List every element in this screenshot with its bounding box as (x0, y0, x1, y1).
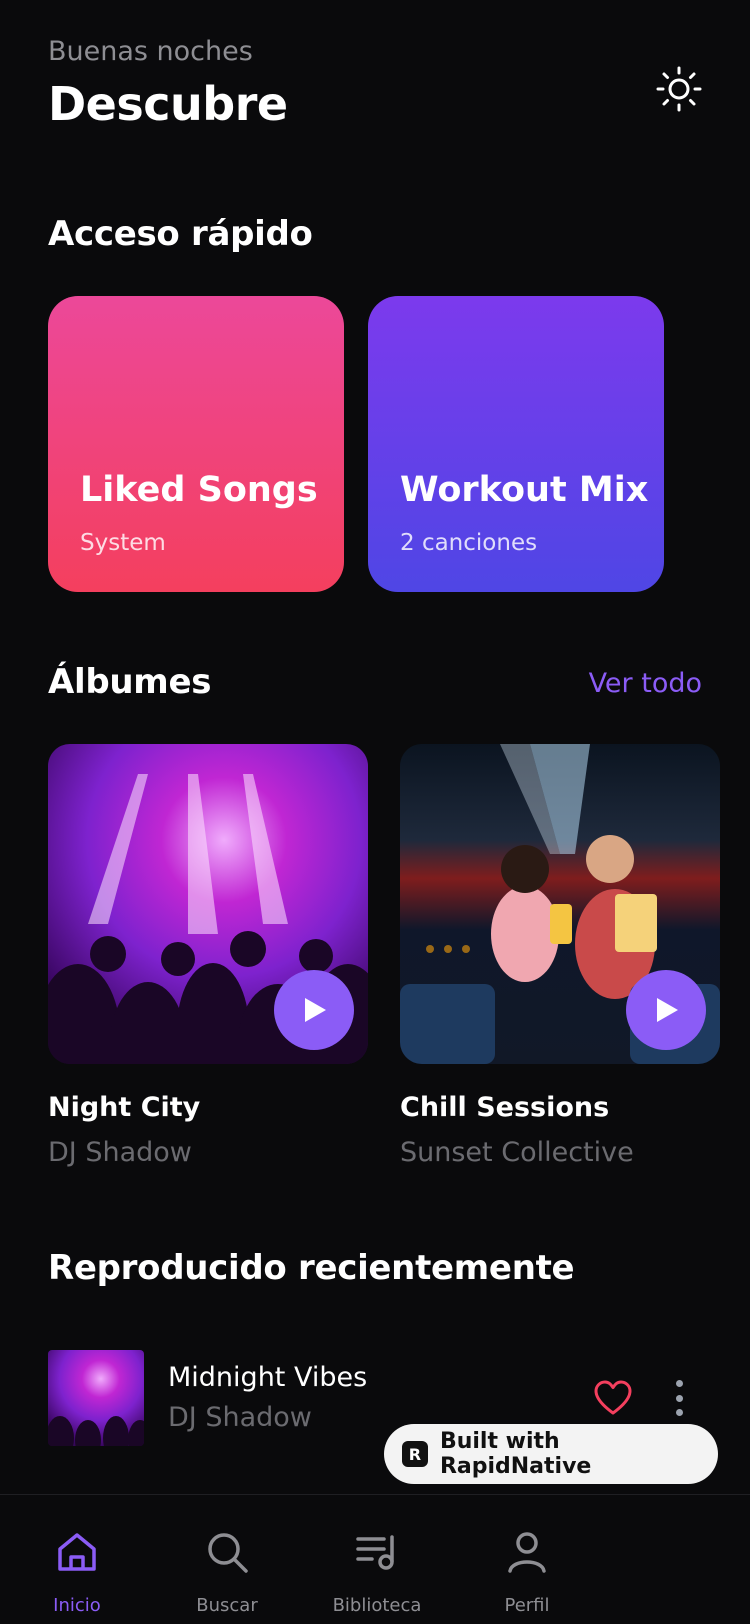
album-name: Night City (48, 1092, 201, 1123)
album-artist: DJ Shadow (48, 1137, 192, 1168)
tab-label: Buscar (196, 1595, 258, 1616)
recent-title: Reproducido recientemente (48, 1248, 575, 1288)
quick-card-workout-mix[interactable]: Workout Mix 2 canciones (368, 296, 664, 592)
header: Buenas noches Descubre (48, 36, 288, 131)
album-artist: Sunset Collective (400, 1137, 634, 1168)
album-card-night-city[interactable]: Night City DJ Shadow (48, 744, 368, 1168)
concert-thumb-image (48, 1416, 144, 1446)
more-options-icon[interactable] (670, 1380, 688, 1416)
rapidnative-logo-icon: R (402, 1441, 428, 1467)
album-name: Chill Sessions (400, 1092, 610, 1123)
album-cover (400, 744, 720, 1064)
album-cover (48, 744, 368, 1064)
quick-card-subtitle: System (80, 530, 166, 556)
heart-icon[interactable] (594, 1380, 632, 1416)
tab-label: Perfil (504, 1595, 550, 1616)
built-with-badge[interactable]: R Built with RapidNative (384, 1424, 718, 1484)
play-icon (657, 998, 678, 1022)
library-icon (356, 1535, 394, 1570)
play-button[interactable] (274, 970, 354, 1050)
tab-library[interactable]: Biblioteca (312, 1495, 442, 1624)
play-icon (305, 998, 326, 1022)
quick-card-subtitle: 2 canciones (400, 530, 538, 556)
tab-profile[interactable]: Perfil (462, 1495, 592, 1624)
theme-toggle-button[interactable] (652, 62, 706, 116)
albums-row: Night City DJ Shadow Chill Sessions Suns… (48, 744, 720, 1168)
quick-card-name: Liked Songs (80, 470, 318, 510)
tab-search[interactable]: Buscar (162, 1495, 292, 1624)
albums-title: Álbumes (48, 662, 212, 702)
quick-card-liked-songs[interactable]: Liked Songs System (48, 296, 344, 592)
tab-label: Inicio (53, 1595, 101, 1616)
profile-icon (508, 1532, 546, 1573)
quick-card-name: Workout Mix (400, 470, 649, 510)
quick-access-row: Liked Songs System Workout Mix 2 cancion… (48, 296, 664, 592)
quick-access-title: Acceso rápido (48, 214, 313, 254)
search-icon (208, 1533, 248, 1573)
recent-thumbnail (48, 1350, 144, 1446)
tab-label: Biblioteca (332, 1595, 422, 1616)
sun-icon (656, 66, 702, 112)
badge-text: Built with RapidNative (439, 1429, 592, 1479)
home-icon (58, 1533, 96, 1571)
bottom-tab-bar: Inicio Buscar Biblioteca Perfil (0, 1494, 750, 1624)
recent-track-title: Midnight Vibes (168, 1362, 368, 1393)
tab-home[interactable]: Inicio (12, 1495, 142, 1624)
greeting-text: Buenas noches (48, 36, 253, 67)
page-title: Descubre (48, 77, 288, 131)
see-all-link[interactable]: Ver todo (589, 668, 702, 699)
recent-track-artist: DJ Shadow (168, 1402, 312, 1433)
play-button[interactable] (626, 970, 706, 1050)
album-card-chill-sessions[interactable]: Chill Sessions Sunset Collective (400, 744, 720, 1168)
